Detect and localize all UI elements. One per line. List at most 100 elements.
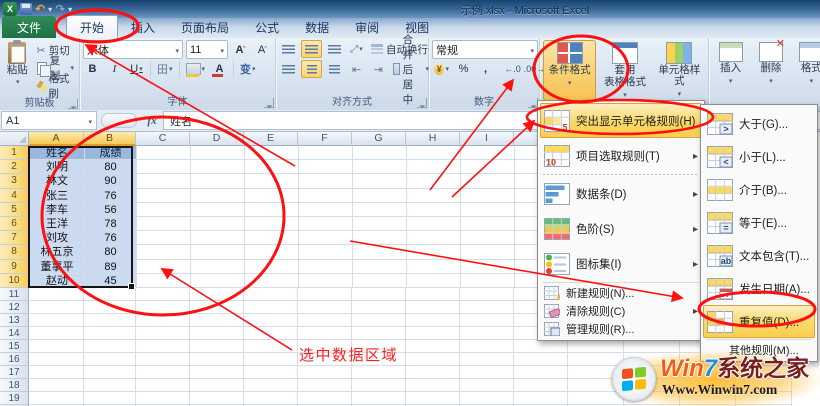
cell-B13[interactable]	[84, 313, 136, 327]
conditional-formatting-button[interactable]: 条件格式	[543, 40, 597, 101]
cell-I7[interactable]	[461, 231, 515, 246]
cell-A16[interactable]	[29, 352, 84, 366]
row-header-3[interactable]: 3	[0, 174, 30, 189]
cell-A5[interactable]: 李车	[30, 202, 85, 217]
cell-I10[interactable]	[461, 273, 515, 288]
cell-G9[interactable]	[353, 259, 407, 274]
cell-E8[interactable]	[245, 245, 299, 260]
cell-A15[interactable]	[29, 339, 84, 353]
borders-button[interactable]	[155, 61, 175, 77]
row-header-18[interactable]: 18	[0, 378, 29, 392]
cell-G6[interactable]	[353, 216, 407, 232]
cell-D17[interactable]	[190, 365, 244, 379]
cell-A19[interactable]	[29, 391, 84, 405]
cell-G15[interactable]	[352, 339, 406, 353]
cell-C18[interactable]	[136, 378, 190, 392]
cell-A7[interactable]: 刘攻	[30, 231, 85, 246]
row-header-10[interactable]: 10	[0, 273, 30, 288]
cell-F1[interactable]	[299, 146, 353, 161]
cell-B12[interactable]	[84, 300, 136, 314]
row-header-8[interactable]: 8	[0, 245, 30, 260]
tab-file[interactable]: 文件	[2, 16, 57, 38]
format-as-table-button[interactable]: 套用 表格格式	[599, 40, 650, 101]
align-left-button[interactable]	[279, 61, 298, 77]
cell-I5[interactable]	[461, 202, 515, 217]
cell-C19[interactable]	[136, 391, 190, 405]
cell-I1[interactable]	[461, 146, 515, 161]
italic-button[interactable]: I	[105, 61, 124, 77]
cell-H18[interactable]	[406, 378, 460, 392]
cell-F16[interactable]	[298, 352, 352, 366]
row-header-14[interactable]: 14	[0, 326, 29, 340]
format-cells-button[interactable]: 格式	[793, 40, 820, 95]
underline-button[interactable]: U	[127, 61, 146, 77]
merge-center-button[interactable]: 合并后居中	[391, 34, 431, 106]
cell-H5[interactable]	[407, 202, 461, 217]
menu-item-text-contains[interactable]: ab 文本包含(T)...	[703, 239, 815, 272]
cell-E18[interactable]	[244, 378, 298, 392]
cell-B9[interactable]: 89	[85, 259, 137, 274]
format-painter-button[interactable]: 格式刷	[35, 73, 77, 100]
cell-F4[interactable]	[299, 188, 353, 203]
cell-B4[interactable]: 76	[85, 188, 137, 203]
cell-F15[interactable]	[298, 339, 352, 353]
cell-C11[interactable]	[136, 287, 190, 301]
cell-D18[interactable]	[190, 378, 244, 392]
cell-D15[interactable]	[190, 339, 244, 353]
cell-E17[interactable]	[244, 365, 298, 379]
cell-I19[interactable]	[460, 391, 514, 405]
cell-I18[interactable]	[460, 378, 514, 392]
cell-I3[interactable]	[461, 174, 515, 189]
cell-C5[interactable]	[137, 202, 191, 217]
cell-J15[interactable]	[514, 339, 568, 353]
cell-C14[interactable]	[136, 326, 190, 340]
cell-H12[interactable]	[406, 300, 460, 314]
cell-B5[interactable]: 56	[85, 202, 137, 217]
grow-font-button[interactable]: A	[231, 42, 250, 58]
cell-F8[interactable]	[299, 245, 353, 260]
cell-D2[interactable]	[191, 160, 245, 175]
cell-B1[interactable]: 成绩	[85, 146, 137, 161]
cell-B16[interactable]	[84, 352, 136, 366]
qat-customize-icon[interactable]	[68, 3, 72, 15]
cell-A12[interactable]	[29, 300, 84, 314]
alignment-dialog-launcher-icon[interactable]	[417, 98, 427, 108]
increase-decimal-button[interactable]: ←.0	[503, 61, 522, 77]
cell-H4[interactable]	[407, 188, 461, 203]
cell-H19[interactable]	[406, 391, 460, 405]
cell-B14[interactable]	[84, 326, 136, 340]
cell-B15[interactable]	[84, 339, 136, 353]
cell-I6[interactable]	[461, 216, 515, 232]
cell-G1[interactable]	[353, 146, 407, 161]
cell-D19[interactable]	[190, 391, 244, 405]
menu-item-less-than[interactable]: < 小于(L)...	[703, 140, 815, 173]
cell-H17[interactable]	[406, 365, 460, 379]
cell-G2[interactable]	[353, 160, 407, 175]
comma-button[interactable]: ,	[476, 61, 495, 77]
cell-D6[interactable]	[191, 216, 245, 232]
cell-E5[interactable]	[245, 202, 299, 217]
cell-E9[interactable]	[245, 259, 299, 274]
cell-H9[interactable]	[407, 259, 461, 274]
cell-A8[interactable]: 林五京	[30, 245, 85, 260]
cell-A17[interactable]	[29, 365, 84, 379]
cell-G3[interactable]	[353, 174, 407, 189]
column-header-G[interactable]: G	[352, 131, 406, 146]
shrink-font-button[interactable]: A	[253, 42, 272, 58]
tab-data[interactable]: 数据	[292, 16, 342, 38]
align-top-button[interactable]	[279, 41, 298, 57]
row-header-16[interactable]: 16	[0, 352, 29, 366]
cell-A13[interactable]	[29, 313, 84, 327]
tab-review[interactable]: 审阅	[342, 16, 392, 38]
cell-I16[interactable]	[460, 352, 514, 366]
cell-H11[interactable]	[406, 287, 460, 301]
cell-D11[interactable]	[190, 287, 244, 301]
row-header-13[interactable]: 13	[0, 313, 29, 327]
cell-F5[interactable]	[299, 202, 353, 217]
cell-F3[interactable]	[299, 174, 353, 189]
column-header-I[interactable]: I	[460, 131, 514, 146]
cell-H6[interactable]	[407, 216, 461, 232]
cell-I12[interactable]	[460, 300, 514, 314]
cell-F17[interactable]	[298, 365, 352, 379]
cell-E10[interactable]	[245, 273, 299, 288]
